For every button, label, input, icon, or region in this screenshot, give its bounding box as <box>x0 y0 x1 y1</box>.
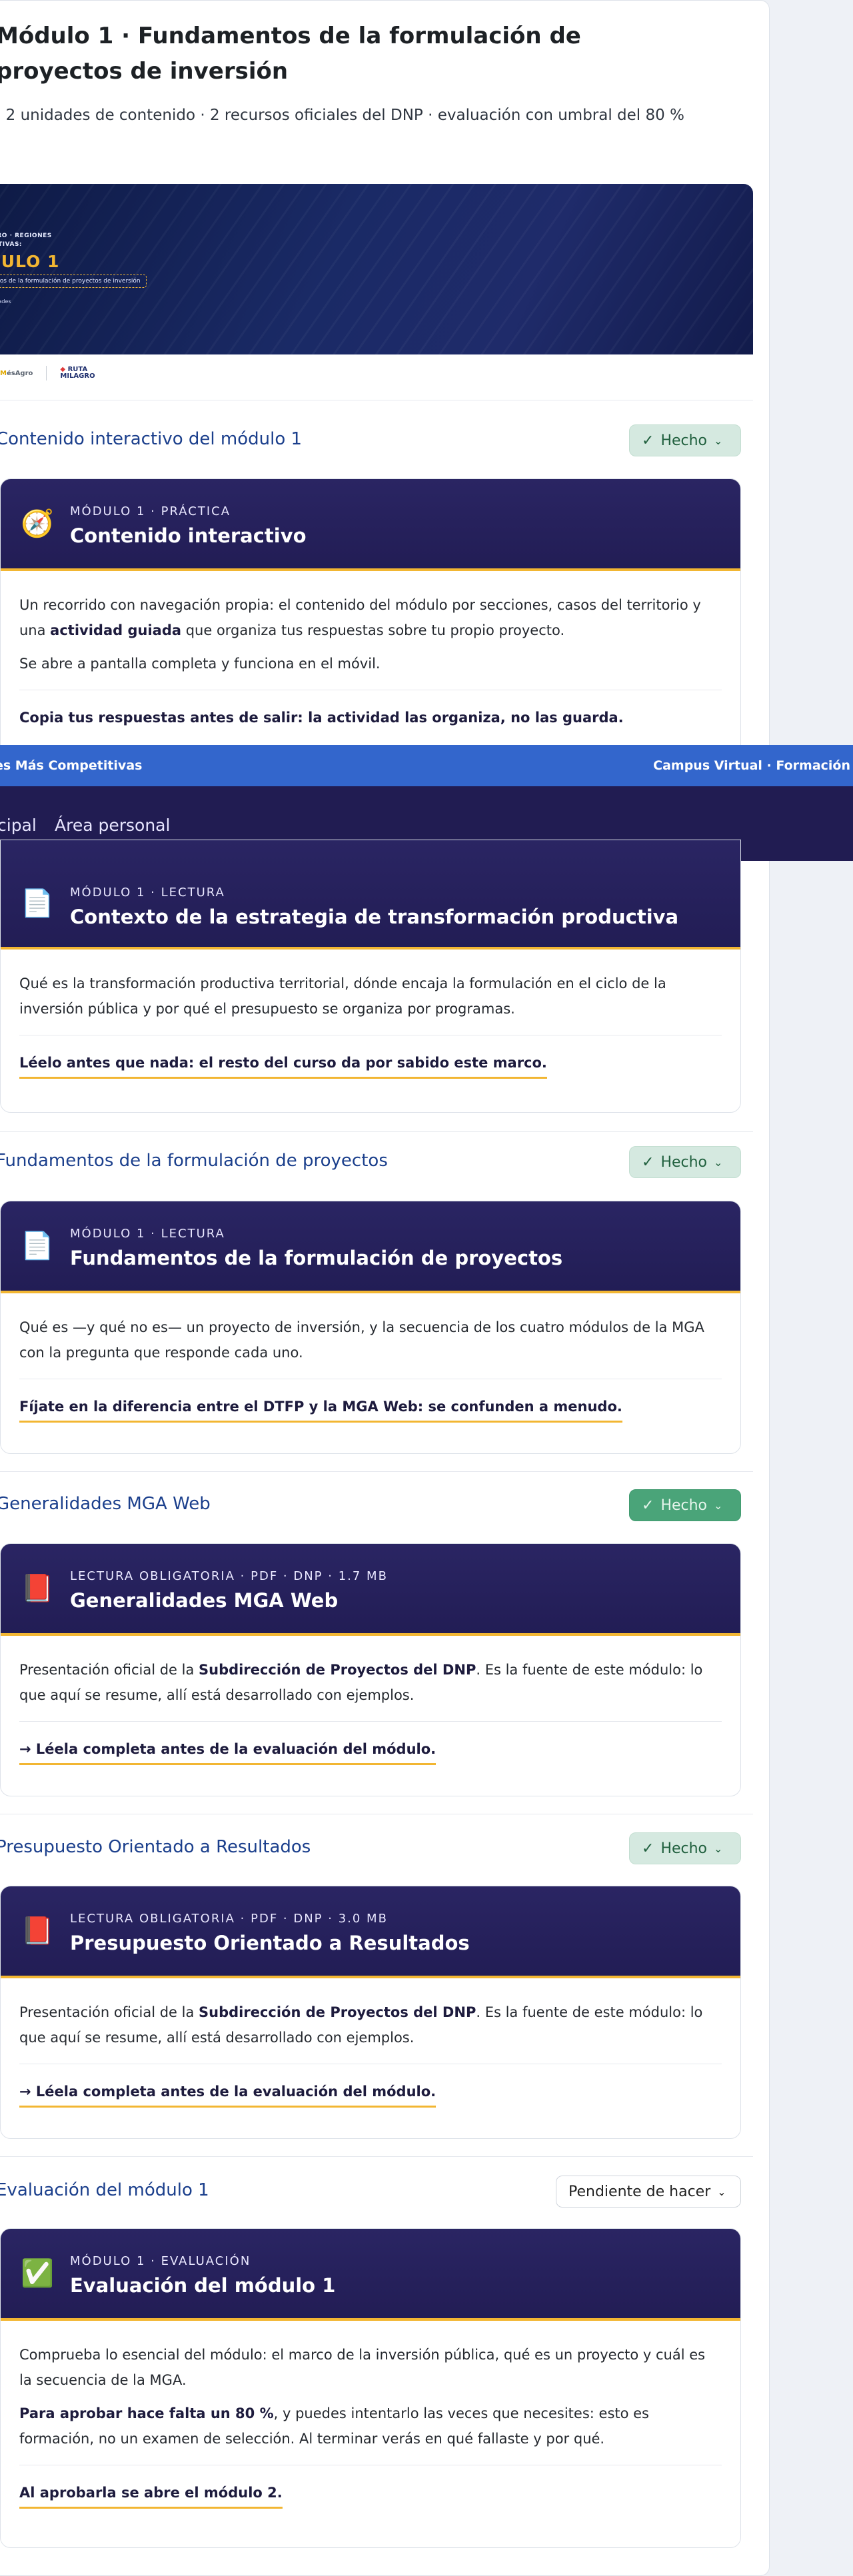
chevron-down-icon: ⌄ <box>714 1499 723 1512</box>
nav-item-dashboard[interactable]: Área personal <box>55 816 170 835</box>
page-title: Módulo 1 · Fundamentos de la formulación… <box>0 23 581 85</box>
activity-header: 📕 LECTURA OBLIGATORIA · PDF · DNP · 3.0 … <box>1 1886 740 1978</box>
activity-title: Generalidades MGA Web <box>70 1589 339 1612</box>
partner-logos: MésAgro ◆ RUTA MILAGRO <box>0 364 95 382</box>
activity-note: Copia tus respuestas antes de salir: la … <box>19 710 624 726</box>
activity-note: Al aprobarla se abre el módulo 2. <box>19 2481 283 2509</box>
activity-title: Evaluación del módulo 1 <box>70 2274 336 2297</box>
activity-title: Contexto de la estrategia de transformac… <box>70 906 679 928</box>
pdf-book-icon: 📕 <box>21 1916 54 1946</box>
completion-button[interactable]: ✓ Hecho ⌄ <box>629 1832 741 1864</box>
activity-header: 📄 MÓDULO 1 · LECTURA Fundamentos de la f… <box>1 1201 740 1293</box>
section-title-presupuesto[interactable]: Presupuesto Orientado a Resultados <box>0 1837 311 1857</box>
check-icon: ✓ <box>642 1497 654 1514</box>
activity-kicker: LECTURA OBLIGATORIA · PDF · DNP · 3.0 MB <box>70 1912 388 1926</box>
activity-header: 🧭 MÓDULO 1 · PRÁCTICA Contenido interact… <box>1 479 740 571</box>
banner-kicker: AGRO · REGIONES ETITIVAS: <box>0 233 52 248</box>
chevron-down-icon: ⌄ <box>714 434 723 447</box>
nav-item-home[interactable]: cipal <box>0 816 37 835</box>
activity-header: ✅ MÓDULO 1 · EVALUACIÓN Evaluación del m… <box>1 2229 740 2321</box>
document-icon: 📄 <box>21 888 54 919</box>
banner-units: unidades <box>0 299 11 305</box>
activity-title: Presupuesto Orientado a Resultados <box>70 1932 470 1954</box>
banner-tag: entos de la formulación de proyectos de … <box>0 275 147 288</box>
completion-button[interactable]: Pendiente de hacer ⌄ <box>556 2176 741 2208</box>
check-icon: ✓ <box>642 1840 654 1857</box>
pdf-book-icon: 📕 <box>21 1573 54 1604</box>
activity-body: Presentación oficial de la Subdirección … <box>1 1978 740 2124</box>
read-pdf-link[interactable]: → Léela completa antes de la evaluación … <box>19 1738 436 1765</box>
activity-header: 📕 LECTURA OBLIGATORIA · PDF · DNP · 1.7 … <box>1 1544 740 1636</box>
chevron-down-icon: ⌄ <box>714 1155 723 1169</box>
activity-card-mga-web[interactable]: 📕 LECTURA OBLIGATORIA · PDF · DNP · 1.7 … <box>0 1543 741 1796</box>
activity-kicker: MÓDULO 1 · EVALUACIÓN <box>70 2254 251 2268</box>
activity-kicker: MÓDULO 1 · LECTURA <box>70 1227 225 1241</box>
module-banner-image: AGRO · REGIONES ETITIVAS: DULO 1 entos d… <box>0 184 753 354</box>
divider <box>0 1471 753 1472</box>
document-icon: 📄 <box>21 1231 54 1261</box>
completion-button[interactable]: ✓ Hecho ⌄ <box>629 1146 741 1178</box>
activity-card-presupuesto[interactable]: 📕 LECTURA OBLIGATORIA · PDF · DNP · 3.0 … <box>0 1886 741 2139</box>
activity-kicker: LECTURA OBLIGATORIA · PDF · DNP · 1.7 MB <box>70 1569 388 1583</box>
masagro-logo: MésAgro <box>0 369 33 377</box>
check-icon: ✓ <box>642 432 654 449</box>
activity-body: Qué es la transformación productiva terr… <box>1 950 740 1095</box>
activity-card-context[interactable]: 📄 MÓDULO 1 · LECTURA Contexto de la estr… <box>0 840 741 1113</box>
activity-header: 📄 MÓDULO 1 · LECTURA Contexto de la estr… <box>1 840 740 950</box>
completion-button[interactable]: ✓ Hecho ⌄ <box>629 1489 741 1521</box>
read-pdf-link[interactable]: → Léela completa antes de la evaluación … <box>19 2080 436 2108</box>
section-title-interactive[interactable]: Contenido interactivo del módulo 1 <box>0 429 302 449</box>
campus-link[interactable]: Campus Virtual · Formación <box>653 758 850 773</box>
section-title-fundamentos[interactable]: Fundamentos de la formulación de proyect… <box>0 1151 388 1171</box>
banner-module-label: DULO 1 <box>0 252 60 271</box>
section-title-evaluacion[interactable]: Evaluación del módulo 1 <box>0 2180 209 2200</box>
compass-icon: 🧭 <box>21 508 54 539</box>
checkmark-icon: ✅ <box>21 2258 54 2289</box>
chevron-down-icon: ⌄ <box>714 1842 723 1855</box>
activity-card-evaluacion[interactable]: ✅ MÓDULO 1 · EVALUACIÓN Evaluación del m… <box>0 2228 741 2548</box>
activity-card-fundamentos[interactable]: 📄 MÓDULO 1 · LECTURA Fundamentos de la f… <box>0 1201 741 1454</box>
logo-divider <box>46 366 47 380</box>
divider <box>0 2156 753 2157</box>
divider <box>19 1721 722 1722</box>
activity-body: Un recorrido con navegación propia: el c… <box>1 571 740 748</box>
activity-note: Fíjate en la diferencia entre el DTFP y … <box>19 1395 622 1423</box>
activity-kicker: MÓDULO 1 · LECTURA <box>70 886 225 900</box>
activity-title: Contenido interactivo <box>70 524 307 547</box>
section-title-mga-web[interactable]: Generalidades MGA Web <box>0 1494 211 1514</box>
check-icon: ✓ <box>642 1153 654 1171</box>
activity-card-interactive[interactable]: 🧭 MÓDULO 1 · PRÁCTICA Contenido interact… <box>0 478 741 758</box>
ruta-milagro-logo: ◆ RUTA MILAGRO <box>60 366 95 380</box>
module-summary: · 2 unidades de contenido · 2 recursos o… <box>0 107 684 124</box>
activity-kicker: MÓDULO 1 · PRÁCTICA <box>70 504 231 518</box>
site-name[interactable]: es Más Competitivas <box>0 758 142 773</box>
activity-note: Léelo antes que nada: el resto del curso… <box>19 1051 547 1079</box>
activity-body: Qué es —y qué no es— un proyecto de inve… <box>1 1293 740 1439</box>
site-header: es Más Competitivas Campus Virtual · For… <box>0 745 853 786</box>
activity-title: Fundamentos de la formulación de proyect… <box>70 1247 563 1269</box>
completion-button[interactable]: ✓ Hecho ⌄ <box>629 424 741 456</box>
activity-body: Comprueba lo esencial del módulo: el mar… <box>1 2321 740 2525</box>
chevron-down-icon: ⌄ <box>717 2185 726 2198</box>
divider <box>0 1131 753 1132</box>
activity-body: Presentación oficial de la Subdirección … <box>1 1636 740 1781</box>
